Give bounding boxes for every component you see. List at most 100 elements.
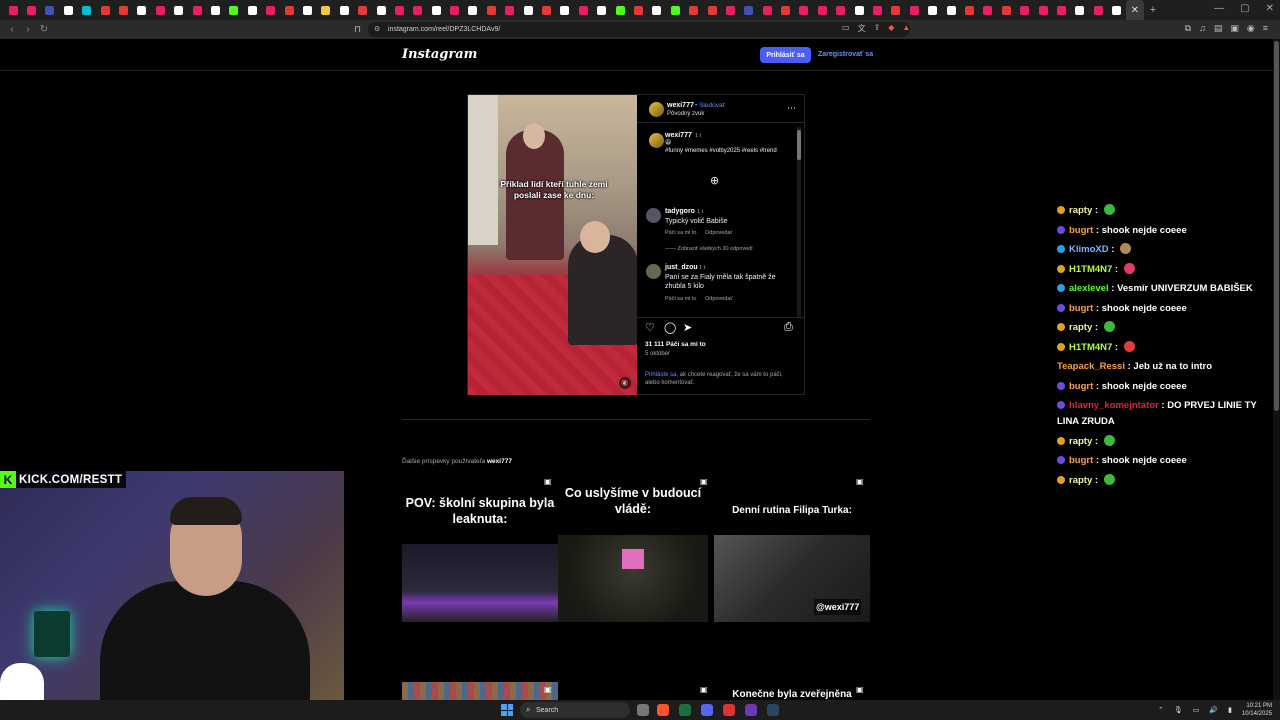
browser-tab[interactable] — [942, 0, 960, 20]
battery-icon[interactable]: ▮ — [1228, 706, 1232, 714]
cast-icon[interactable]: ▭ — [842, 23, 850, 34]
follow-link[interactable]: • Sledovať — [695, 102, 725, 109]
browser-tab[interactable] — [574, 0, 592, 20]
browser-tab[interactable] — [703, 0, 721, 20]
vpn-icon[interactable]: ◉ — [1247, 23, 1255, 34]
browser-tab[interactable] — [317, 0, 335, 20]
browser-tab[interactable] — [41, 0, 59, 20]
chat-username[interactable]: rapty — [1069, 436, 1092, 447]
menu-icon[interactable]: ≡ — [1263, 23, 1268, 34]
browser-tab[interactable] — [409, 0, 427, 20]
chat-username[interactable]: H1TM4N7 — [1069, 342, 1112, 353]
minimize-icon[interactable]: — — [1214, 3, 1224, 14]
browser-tab[interactable] — [114, 0, 132, 20]
browser-tab[interactable] — [96, 0, 114, 20]
view-replies-link[interactable]: —— Zobraziť všetkých 30 odpovedí — [665, 246, 753, 252]
browser-tab[interactable] — [1052, 0, 1070, 20]
browser-tab[interactable] — [795, 0, 813, 20]
translate-icon[interactable]: 文 — [858, 23, 866, 34]
browser-tab[interactable] — [684, 0, 702, 20]
rewards-icon[interactable]: ▲ — [902, 23, 910, 34]
site-info-icon[interactable]: ⚙ — [374, 25, 380, 33]
chat-username[interactable]: H1TM4N7 — [1069, 264, 1112, 275]
comment-reply-link[interactable]: Odpovedať — [705, 230, 732, 236]
like-icon[interactable]: ♡ — [645, 321, 655, 334]
browser-tab[interactable] — [979, 0, 997, 20]
browser-tab[interactable] — [280, 0, 298, 20]
page-scrollbar[interactable] — [1273, 39, 1280, 700]
chrome-icon[interactable] — [723, 704, 735, 716]
excel-icon[interactable] — [679, 704, 691, 716]
caption-hashtags[interactable]: #funny #memes #volby2025 #reels #trend — [665, 147, 783, 156]
browser-tab[interactable] — [1071, 0, 1089, 20]
browser-tab[interactable] — [758, 0, 776, 20]
browser-tab[interactable] — [464, 0, 482, 20]
share-icon[interactable]: ➤ — [683, 321, 692, 334]
comment-user[interactable]: just_dzou — [665, 264, 698, 271]
save-icon[interactable]: ⎙ — [784, 321, 793, 334]
volume-icon[interactable]: 🔊 — [1209, 706, 1218, 714]
forward-icon[interactable]: › — [20, 24, 36, 35]
file-explorer-icon[interactable] — [637, 704, 649, 716]
browser-tab[interactable] — [1089, 0, 1107, 20]
instagram-logo[interactable]: Instagram — [402, 47, 477, 62]
register-link[interactable]: Zaregistrovať sa — [818, 51, 873, 58]
chat-username[interactable]: rapty — [1069, 475, 1092, 486]
chat-username[interactable]: bugrt — [1069, 381, 1093, 392]
chat-username[interactable]: alexlevel — [1069, 283, 1109, 294]
browser-tab[interactable] — [188, 0, 206, 20]
related-reel-3[interactable]: ▣ Denní rutina Filipa Turka: @wexi777 — [714, 477, 870, 622]
new-tab-icon[interactable]: + — [1144, 0, 1162, 20]
reel-video[interactable]: Příklad lidí kteří tuhle zemi poslali za… — [468, 95, 637, 395]
comment-like-label[interactable]: Páči sa mi to — [665, 230, 696, 236]
browser-tab[interactable] — [482, 0, 500, 20]
avatar[interactable] — [646, 208, 661, 223]
browser-tab[interactable] — [335, 0, 353, 20]
chat-username[interactable]: rapty — [1069, 322, 1092, 333]
audio-label[interactable]: Pôvodný zvuk — [667, 111, 704, 117]
chat-username[interactable]: Teapack_Ressi — [1057, 361, 1125, 372]
share-icon[interactable]: ⇪ — [874, 23, 881, 34]
browser-tab[interactable] — [721, 0, 739, 20]
bookmark-icon[interactable]: ⊓ — [354, 24, 361, 35]
browser-tab[interactable] — [4, 0, 22, 20]
browser-tab[interactable] — [924, 0, 942, 20]
brave-shield-icon[interactable]: ◆ — [888, 23, 894, 34]
wallet-icon[interactable]: ▣ — [1230, 23, 1239, 34]
browser-tab[interactable] — [390, 0, 408, 20]
browser-tab[interactable] — [243, 0, 261, 20]
obs-icon[interactable] — [745, 704, 757, 716]
browser-tab[interactable] — [298, 0, 316, 20]
browser-tab[interactable] — [22, 0, 40, 20]
tray-chevron-icon[interactable]: ⌃ — [1158, 706, 1164, 714]
chat-username[interactable]: KlimoXD — [1069, 244, 1109, 255]
extension-icon[interactable]: ⧉ — [1185, 23, 1191, 34]
browser-tab[interactable] — [133, 0, 151, 20]
login-prompt-link[interactable]: Prihláste sa, — [645, 372, 678, 378]
browser-tab[interactable] — [813, 0, 831, 20]
avatar[interactable] — [649, 102, 664, 117]
browser-tab[interactable] — [1107, 0, 1125, 20]
microphone-icon[interactable]: 🎙 — [1174, 706, 1183, 714]
browser-tab[interactable] — [225, 0, 243, 20]
scroll-thumb[interactable] — [797, 130, 801, 160]
reel-thumbnail[interactable] — [402, 682, 558, 700]
browser-tab[interactable] — [611, 0, 629, 20]
steam-icon[interactable] — [767, 704, 779, 716]
browser-tab[interactable] — [832, 0, 850, 20]
network-icon[interactable]: ▭ — [1193, 706, 1200, 714]
browser-tab[interactable] — [997, 0, 1015, 20]
browser-tab[interactable] — [427, 0, 445, 20]
browser-tab[interactable] — [905, 0, 923, 20]
browser-tab[interactable] — [648, 0, 666, 20]
clock[interactable]: 10:21 PM 10/14/2025 — [1242, 702, 1272, 718]
load-more-comments-icon[interactable]: ⊕ — [710, 176, 719, 187]
maximize-icon[interactable]: ▢ — [1240, 3, 1249, 14]
close-window-icon[interactable]: ✕ — [1266, 3, 1274, 14]
comment-like-label[interactable]: Páči sa mi to — [665, 296, 696, 302]
browser-tab[interactable] — [960, 0, 978, 20]
browser-tab[interactable] — [666, 0, 684, 20]
close-tab-icon[interactable]: ✕ — [1131, 5, 1139, 16]
login-button[interactable]: Prihlásiť sa — [760, 47, 811, 63]
author-name[interactable]: wexi777 — [667, 102, 694, 109]
